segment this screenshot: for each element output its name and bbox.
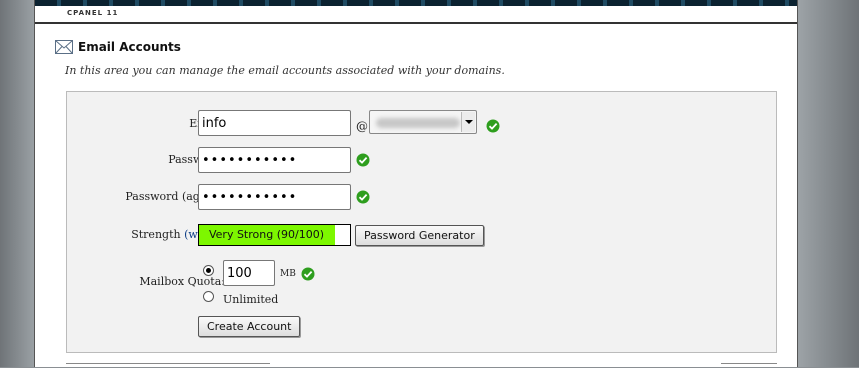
main-panel: CPANEL 11 Email Accounts In this area yo…	[34, 0, 798, 367]
check-icon	[356, 153, 370, 167]
quota-field[interactable]	[223, 260, 275, 286]
domain-value-blurred	[376, 118, 460, 128]
next-section-edge	[66, 363, 270, 368]
at-sign: @	[356, 119, 368, 133]
brand-bar: CPANEL 11	[35, 6, 797, 24]
envelope-icon	[55, 40, 73, 54]
unlimited-label: Unlimited	[223, 293, 279, 306]
right-background	[798, 0, 859, 367]
page-title-row: Email Accounts	[55, 37, 181, 57]
strength-text: Very Strong (90/100)	[208, 228, 324, 241]
left-background	[0, 0, 34, 367]
page-description: In this area you can manage the email ac…	[65, 64, 505, 77]
check-icon	[486, 119, 500, 133]
password-generator-button[interactable]: Password Generator	[355, 225, 484, 246]
password-field[interactable]	[198, 147, 351, 173]
create-account-form: Email: @ Password: Password (again): Str…	[66, 91, 777, 353]
strength-label: Strength	[131, 228, 181, 241]
password-again-field[interactable]	[198, 184, 351, 210]
quota-value-radio[interactable]	[203, 265, 214, 276]
create-account-button[interactable]: Create Account	[198, 316, 301, 337]
page-title: Email Accounts	[78, 40, 181, 54]
unlimited-radio[interactable]	[203, 291, 214, 302]
domain-select[interactable]	[369, 110, 477, 134]
strength-meter: Very Strong (90/100)	[198, 224, 351, 246]
next-section-edge-right	[721, 363, 777, 368]
quota-unit: MB	[280, 269, 296, 279]
check-icon	[301, 267, 315, 281]
chevron-down-icon[interactable]	[461, 112, 475, 132]
brand-label: CPANEL 11	[67, 9, 119, 17]
email-field[interactable]	[198, 110, 351, 136]
check-icon	[356, 190, 370, 204]
quota-label: Mailbox Quota:	[139, 275, 225, 288]
